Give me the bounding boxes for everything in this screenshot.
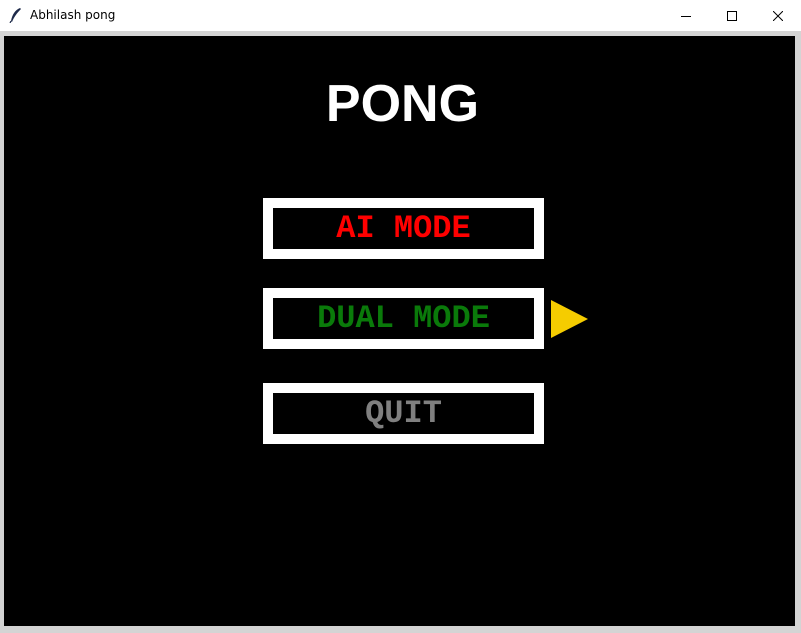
dual-mode-button[interactable]: DUAL MODE [263, 288, 544, 349]
maximize-button[interactable] [709, 0, 755, 31]
maximize-icon [727, 10, 737, 21]
ai-mode-button[interactable]: AI MODE [263, 198, 544, 259]
minimize-button[interactable] [663, 0, 709, 31]
game-canvas[interactable]: PONG AI MODE DUAL MODE QUIT [4, 36, 795, 626]
ai-mode-label: AI MODE [336, 210, 471, 247]
minimize-icon [681, 15, 691, 17]
close-icon [773, 10, 783, 21]
title-bar[interactable]: Abhilash pong [0, 0, 801, 31]
game-title: PONG [325, 75, 480, 133]
quit-label: QUIT [365, 395, 442, 432]
dual-mode-label: DUAL MODE [317, 300, 490, 337]
feather-icon [9, 7, 23, 24]
close-button[interactable] [755, 0, 801, 31]
app-window: Abhilash pong PONG AI MODE DUAL MODE QUI… [0, 0, 801, 633]
quit-button[interactable]: QUIT [263, 383, 544, 444]
selector-triangle-icon [551, 300, 588, 338]
selector-triangle-shape [551, 300, 588, 338]
window-title: Abhilash pong [30, 8, 116, 22]
